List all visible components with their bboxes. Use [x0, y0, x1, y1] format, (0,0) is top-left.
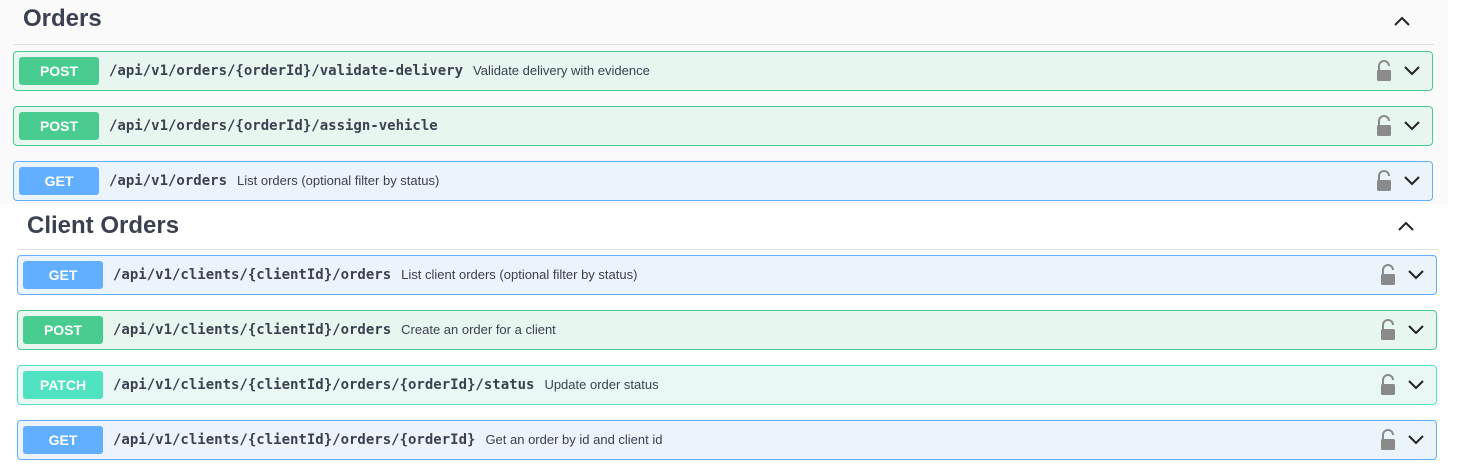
- chevron-down-icon[interactable]: [1406, 377, 1426, 393]
- lock-icon[interactable]: [1380, 374, 1396, 396]
- operation-path: /api/v1/orders/{orderId}/assign-vehicle: [109, 118, 438, 134]
- operation-get-client-orders[interactable]: GET /api/v1/clients/{clientId}/orders Lis…: [17, 255, 1437, 295]
- operation-summary: Validate delivery with evidence: [473, 63, 650, 78]
- operation-summary: Create an order for a client: [401, 322, 556, 337]
- method-badge: POST: [19, 112, 99, 140]
- operation-summary: List orders (optional filter by status): [237, 173, 440, 188]
- operation-path: /api/v1/orders/{orderId}/validate-delive…: [109, 63, 650, 79]
- operation-post-client-orders[interactable]: POST /api/v1/clients/{clientId}/orders Cr…: [17, 310, 1437, 350]
- operation-path: /api/v1/orders List orders (optional filt…: [109, 173, 440, 189]
- method-badge: POST: [23, 316, 103, 344]
- operation-summary: List client orders (optional filter by s…: [401, 267, 638, 282]
- operation-patch-order-status[interactable]: PATCH /api/v1/clients/{clientId}/orders/…: [17, 365, 1437, 405]
- chevron-down-icon[interactable]: [1406, 267, 1426, 283]
- chevron-down-icon[interactable]: [1402, 118, 1422, 134]
- tag-title: Orders: [23, 5, 102, 32]
- lock-icon[interactable]: [1380, 264, 1396, 286]
- tag-section-client-orders: Client Orders GET /api/v1/clients/{clien…: [0, 205, 1464, 475]
- operation-post-assign-vehicle[interactable]: POST /api/v1/orders/{orderId}/assign-veh…: [13, 106, 1433, 146]
- lock-icon[interactable]: [1376, 60, 1392, 82]
- method-badge: POST: [19, 57, 99, 85]
- lock-icon[interactable]: [1376, 115, 1392, 137]
- chevron-down-icon[interactable]: [1406, 322, 1426, 338]
- operation-summary: Get an order by id and client id: [485, 432, 663, 447]
- chevron-down-icon[interactable]: [1406, 432, 1426, 448]
- lock-icon[interactable]: [1380, 319, 1396, 341]
- operation-path: /api/v1/clients/{clientId}/orders/{order…: [113, 432, 663, 448]
- operation-path: /api/v1/clients/{clientId}/orders List cl…: [113, 267, 638, 283]
- tag-title: Client Orders: [27, 212, 180, 239]
- operation-get-orders[interactable]: GET /api/v1/orders List orders (optional …: [13, 161, 1433, 201]
- method-badge: GET: [23, 261, 103, 289]
- tag-header-client-orders[interactable]: Client Orders: [17, 205, 1438, 250]
- chevron-down-icon[interactable]: [1402, 63, 1422, 79]
- operation-summary: Update order status: [544, 377, 659, 392]
- chevron-up-icon[interactable]: [1392, 12, 1412, 32]
- operation-path: /api/v1/clients/{clientId}/orders/{order…: [113, 377, 659, 393]
- lock-icon[interactable]: [1380, 429, 1396, 451]
- method-badge: PATCH: [23, 371, 103, 399]
- method-badge: GET: [23, 426, 103, 454]
- operation-path: /api/v1/clients/{clientId}/orders Create …: [113, 322, 556, 338]
- chevron-down-icon[interactable]: [1402, 173, 1422, 189]
- tag-section-orders: Orders POST /api/v1/orders/{orderId}/val…: [0, 0, 1448, 204]
- operation-post-validate-delivery[interactable]: POST /api/v1/orders/{orderId}/validate-d…: [13, 51, 1433, 91]
- chevron-up-icon[interactable]: [1396, 217, 1416, 237]
- method-badge: GET: [19, 167, 99, 195]
- operation-get-client-order-by-id[interactable]: GET /api/v1/clients/{clientId}/orders/{o…: [17, 420, 1437, 460]
- tag-header-orders[interactable]: Orders: [13, 0, 1434, 45]
- lock-icon[interactable]: [1376, 170, 1392, 192]
